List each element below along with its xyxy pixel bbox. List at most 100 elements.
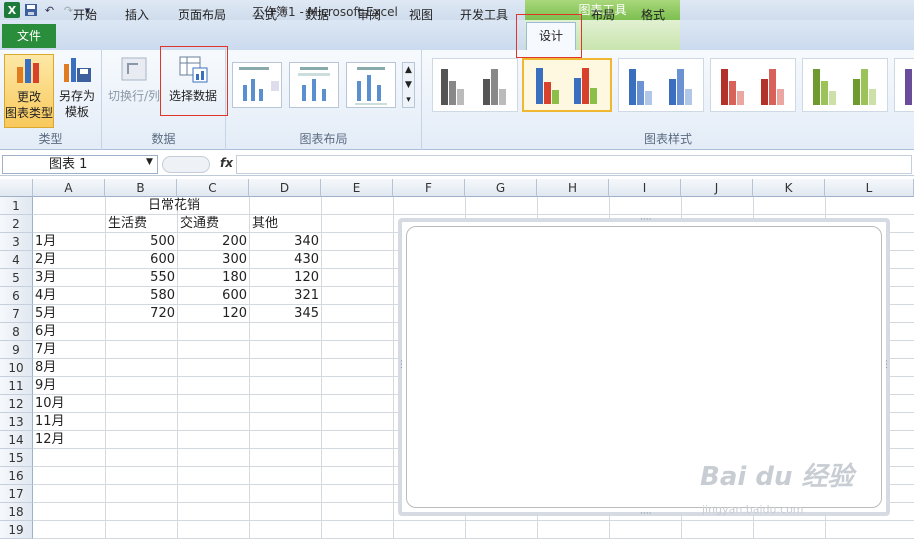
col-header-a[interactable]: A [33, 179, 105, 197]
row-header[interactable]: 19 [0, 521, 33, 539]
chart-handle-right[interactable]: ⋮ [882, 361, 891, 370]
data-cell[interactable]: 600 [105, 251, 175, 269]
month-cell[interactable]: 7月 [35, 341, 56, 359]
data-cell[interactable]: 500 [105, 233, 175, 251]
data-cell[interactable]: 345 [249, 305, 319, 323]
row-header[interactable]: 2 [0, 215, 33, 233]
save-as-template-button[interactable]: 另存为 模板 [54, 54, 100, 120]
tab-layout[interactable]: 布局 [580, 6, 626, 30]
data-cell[interactable]: 120 [249, 269, 319, 287]
data-cell[interactable]: 600 [177, 287, 247, 305]
name-box-dropdown-icon[interactable]: ▼ [146, 157, 153, 167]
month-cell[interactable]: 12月 [35, 431, 65, 449]
month-cell[interactable]: 9月 [35, 377, 56, 395]
row-header[interactable]: 13 [0, 413, 33, 431]
month-cell[interactable]: 11月 [35, 413, 65, 431]
col-header-j[interactable]: J [681, 179, 753, 197]
more-icon[interactable]: ▾ [403, 93, 414, 108]
data-cell[interactable]: 1月 [35, 233, 56, 251]
col-header-b[interactable]: B [105, 179, 177, 197]
col-header-g[interactable]: G [465, 179, 537, 197]
col-header-l[interactable]: L [825, 179, 914, 197]
tab-file[interactable]: 文件 [2, 24, 56, 48]
chart-style-2[interactable] [522, 58, 612, 112]
row-header[interactable]: 14 [0, 431, 33, 449]
tab-developer[interactable]: 开发工具 [452, 6, 516, 30]
chart-layout-1[interactable] [232, 62, 282, 108]
tab-home[interactable]: 开始 [62, 6, 108, 30]
col-header-i[interactable]: I [609, 179, 681, 197]
data-cell[interactable]: 550 [105, 269, 175, 287]
row-header[interactable]: 18 [0, 503, 33, 521]
col-header-k[interactable]: K [753, 179, 825, 197]
scroll-down-icon[interactable]: ▼ [403, 78, 414, 93]
layout-scroll[interactable]: ▲ ▼ ▾ [402, 62, 415, 108]
tab-formulas[interactable]: 公式 [242, 6, 288, 30]
data-cell[interactable]: 2月 [35, 251, 56, 269]
row-header[interactable]: 6 [0, 287, 33, 305]
col-header-c[interactable]: C [177, 179, 249, 197]
data-cell[interactable]: 3月 [35, 269, 56, 287]
data-cell[interactable]: 300 [177, 251, 247, 269]
tab-review[interactable]: 审阅 [346, 6, 392, 30]
chart-layout-3[interactable] [346, 62, 396, 108]
row-header[interactable]: 4 [0, 251, 33, 269]
save-icon[interactable] [22, 2, 39, 18]
data-cell[interactable]: 5月 [35, 305, 56, 323]
data-cell[interactable]: 120 [177, 305, 247, 323]
chart-style-5[interactable] [802, 58, 888, 112]
data-cell[interactable]: 200 [177, 233, 247, 251]
row-header[interactable]: 7 [0, 305, 33, 323]
row-header[interactable]: 16 [0, 467, 33, 485]
undo-icon[interactable]: ↶ [41, 2, 58, 18]
header-living[interactable]: 生活费 [108, 215, 147, 233]
data-cell[interactable]: 580 [105, 287, 175, 305]
row-header[interactable]: 5 [0, 269, 33, 287]
data-cell[interactable]: 180 [177, 269, 247, 287]
row-header[interactable]: 1 [0, 197, 33, 215]
month-cell[interactable]: 10月 [35, 395, 65, 413]
excel-icon[interactable]: X [4, 2, 20, 18]
col-header-h[interactable]: H [537, 179, 609, 197]
month-cell[interactable]: 6月 [35, 323, 56, 341]
row-header[interactable]: 15 [0, 449, 33, 467]
data-cell[interactable]: 321 [249, 287, 319, 305]
tab-format[interactable]: 格式 [630, 6, 676, 30]
chart-style-1[interactable] [432, 58, 518, 112]
chart-handle-top[interactable]: ···· [640, 216, 651, 225]
tab-page-layout[interactable]: 页面布局 [170, 6, 234, 30]
formula-input[interactable] [236, 155, 912, 174]
row-header[interactable]: 11 [0, 377, 33, 395]
month-cell[interactable]: 8月 [35, 359, 56, 377]
row-header[interactable]: 10 [0, 359, 33, 377]
chart-style-4[interactable] [710, 58, 796, 112]
data-cell[interactable]: 340 [249, 233, 319, 251]
chart-style-3[interactable] [618, 58, 704, 112]
col-header-e[interactable]: E [321, 179, 393, 197]
header-other[interactable]: 其他 [252, 215, 278, 233]
cell-title[interactable]: 日常花销 [148, 197, 200, 215]
switch-row-column-button[interactable]: 切换行/列 [106, 54, 162, 104]
tab-insert[interactable]: 插入 [114, 6, 160, 30]
header-transport[interactable]: 交通费 [180, 215, 219, 233]
insert-function-icon[interactable]: fx [220, 156, 233, 170]
col-header-d[interactable]: D [249, 179, 321, 197]
select-all-corner[interactable] [0, 179, 33, 197]
tab-data[interactable]: 数据 [294, 6, 340, 30]
chart-layout-2[interactable] [289, 62, 339, 108]
data-cell[interactable]: 720 [105, 305, 175, 323]
row-header[interactable]: 12 [0, 395, 33, 413]
row-header[interactable]: 9 [0, 341, 33, 359]
tab-view[interactable]: 视图 [398, 6, 444, 30]
row-header[interactable]: 17 [0, 485, 33, 503]
name-box[interactable]: 图表 1 [2, 155, 158, 174]
chart-handle-left[interactable]: ⋮ [397, 361, 406, 370]
scroll-up-icon[interactable]: ▲ [403, 63, 414, 78]
col-header-f[interactable]: F [393, 179, 465, 197]
row-header[interactable]: 8 [0, 323, 33, 341]
row-header[interactable]: 3 [0, 233, 33, 251]
change-chart-type-button[interactable]: 更改 图表类型 [4, 54, 54, 128]
data-cell[interactable]: 430 [249, 251, 319, 269]
data-cell[interactable]: 4月 [35, 287, 56, 305]
chart-style-6[interactable] [894, 58, 914, 112]
